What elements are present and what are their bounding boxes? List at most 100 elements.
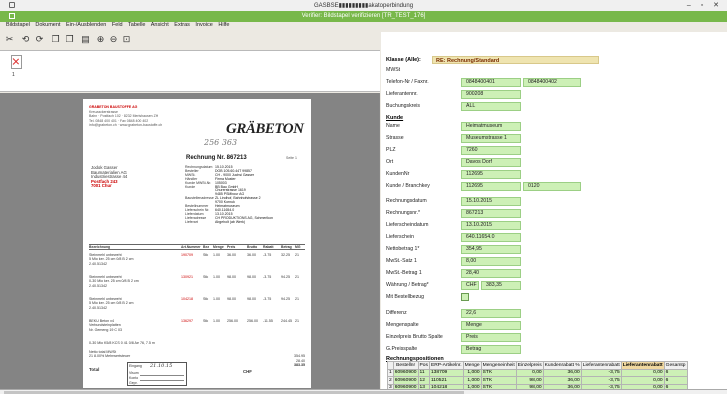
table-cell[interactable]: 60960900: [392, 376, 419, 385]
doc-position: Steinmehl unbeweht 130921 Stk 1.00 98.00 98.0…: [89, 275, 305, 288]
menu-invoice[interactable]: Invoice: [195, 22, 212, 28]
zoom-out-icon[interactable]: ⊖: [108, 34, 119, 45]
invoice-meta: Rechnungsdatum 15.10.2015 Besteller DOB 105…: [185, 165, 275, 225]
column-header[interactable]: Kundenrabatt %: [542, 361, 582, 370]
table-cell[interactable]: 1,000: [462, 376, 482, 385]
table-cell[interactable]: STK: [480, 376, 517, 385]
menu-ansicht[interactable]: Ansicht: [151, 22, 169, 28]
delivery-note-field[interactable]: 640.11654.0: [461, 233, 521, 242]
supplier-number-field[interactable]: 900208: [461, 90, 521, 99]
table-cell[interactable]: 110521: [428, 376, 464, 385]
quantity-column-field[interactable]: Menge: [461, 321, 521, 330]
zip-field[interactable]: 7260: [461, 146, 521, 155]
booking-circle-field[interactable]: ALL: [461, 102, 521, 111]
table-row[interactable]: 1 60960900 11 138709 1,000 STK 0,00 36,00 -3,75 0…: [387, 368, 688, 377]
menu-extras[interactable]: Extras: [174, 22, 190, 28]
divider: [89, 249, 305, 250]
unit-price-column-field[interactable]: Preis: [461, 333, 521, 342]
menu-feld[interactable]: Feld: [112, 22, 123, 28]
table-cell[interactable]: 98,00: [515, 376, 544, 385]
split-pages-icon[interactable]: ✂: [4, 34, 15, 45]
branch-key-field-2[interactable]: 0120: [523, 182, 581, 191]
class-label: Klasse (Alle):: [386, 57, 421, 63]
table-cell[interactable]: 60960900: [392, 368, 419, 377]
column-header[interactable]: Gesamtp: [663, 361, 688, 370]
rotate-right-icon[interactable]: ⟳: [34, 34, 45, 45]
class-value[interactable]: RE: Rechnung/Standard: [432, 56, 599, 64]
table-cell[interactable]: 6: [663, 368, 688, 377]
order-reference-label: Mit Bestellbezug: [386, 294, 425, 300]
invoice-date-field[interactable]: 15.10.2015: [461, 197, 521, 206]
document-viewer[interactable]: GRABETON BAUSTOFFE AG Kreuzackerstrasse …: [0, 93, 380, 389]
delivery-date-label: Lieferscheindatum: [386, 222, 429, 228]
menu-bildstapel[interactable]: Bildstapel: [6, 22, 30, 28]
invoice-number-label: Rechnungsnr.*: [386, 210, 421, 216]
vat-amount-field[interactable]: 28,40: [461, 269, 521, 278]
street-field[interactable]: Museumstrasse 1: [461, 134, 521, 143]
table-row[interactable]: 2 60960900 12 110521 1,000 STK 98,00 36,00 -3,75…: [387, 376, 688, 385]
column-header[interactable]: Lieferantenrabatt: [580, 361, 622, 370]
table-cell[interactable]: -3,75: [580, 376, 622, 385]
branch-key-label: Kunde / Branchkey: [386, 183, 430, 189]
table-cell[interactable]: 36,00: [542, 368, 582, 377]
order-reference-checkbox[interactable]: [461, 293, 469, 301]
table-cell[interactable]: -3,75: [580, 368, 622, 377]
fit-page-icon[interactable]: ⊡: [121, 34, 132, 45]
horizontal-scrollbar[interactable]: [0, 389, 727, 394]
window-title: GASBSE▮▮▮▮▮▮▮▮▮akatoperbindung: [313, 3, 414, 9]
recipient-line: 7001 Chur: [91, 183, 112, 189]
menu-hilfe[interactable]: Hilfe: [218, 22, 229, 28]
table-cell[interactable]: 6: [663, 376, 688, 385]
name-field[interactable]: Heimatmuseum: [461, 122, 521, 131]
recipient-address: Jodok Gasser Baumaterialien AG Industrie…: [91, 165, 127, 189]
table-cell[interactable]: 11: [417, 368, 430, 377]
handwritten-note: 256 363: [204, 138, 238, 147]
customer-number-label: KundenNr: [386, 171, 410, 177]
invoice-number-field[interactable]: 867213: [461, 209, 521, 218]
table-cell[interactable]: STK: [480, 368, 517, 377]
column-header[interactable]: Menge: [462, 361, 482, 370]
delivery-date-field[interactable]: 13.10.2015: [461, 221, 521, 230]
page-next-icon[interactable]: ❐: [64, 34, 75, 45]
column-header[interactable]: Bestellnr: [392, 361, 419, 370]
doc-position-betrag: 94.25: [281, 297, 290, 301]
vat-rate-field[interactable]: 8,00: [461, 257, 521, 266]
customer-number-field[interactable]: 112695: [461, 170, 521, 179]
menu-dokument[interactable]: Dokument: [35, 22, 60, 28]
page-icon[interactable]: ▤: [80, 34, 91, 45]
net-amount-field[interactable]: 354,95: [461, 245, 521, 254]
doc-position-rabatt: -11.55: [263, 319, 273, 323]
difference-field[interactable]: 22,6: [461, 309, 521, 318]
delivery-note-label: Lieferschein: [386, 234, 414, 240]
menu-tabelle[interactable]: Tabelle: [128, 22, 145, 28]
city-field[interactable]: Davos Dorf: [461, 158, 521, 167]
total-price-column-field[interactable]: Betrag: [461, 345, 521, 354]
doc-position-price: 98.00: [227, 275, 236, 279]
table-cell[interactable]: 12: [417, 376, 430, 385]
tel-field[interactable]: 0848400401: [461, 78, 521, 87]
currency-field[interactable]: CHF: [461, 281, 479, 290]
fax-field[interactable]: 0848400402: [523, 78, 581, 87]
table-cell[interactable]: 0,00: [515, 368, 544, 377]
page-thumbnail[interactable]: [11, 55, 22, 69]
window-controls[interactable]: – ▫ ✕: [687, 1, 723, 9]
total-price-column-label: G.Preisspalte: [386, 346, 418, 352]
zoom-in-icon[interactable]: ⊕: [95, 34, 106, 45]
table-cell[interactable]: 0,00: [620, 368, 665, 377]
doc-position-qty: 1.00: [213, 297, 220, 301]
column-header[interactable]: Pos: [417, 361, 430, 370]
column-header[interactable]: Mengeneinheit: [480, 361, 517, 370]
table-cell[interactable]: 0,00: [620, 376, 665, 385]
branch-key-field[interactable]: 112695: [461, 182, 521, 191]
table-cell[interactable]: 36,00: [542, 376, 582, 385]
column-header[interactable]: Lieferantenrabatt: [620, 361, 665, 370]
sum-labels: Netto total MWSt 21 8.00% Mehrwertsteuer: [89, 350, 130, 359]
column-header[interactable]: ERP-Artikelnr.: [428, 361, 464, 370]
table-cell[interactable]: 1,000: [462, 368, 482, 377]
menu-ein-ausblenden[interactable]: Ein-/Ausblenden: [66, 22, 106, 28]
page-prev-icon[interactable]: ❐: [50, 34, 61, 45]
rotate-left-icon[interactable]: ⟲: [20, 34, 31, 45]
column-header[interactable]: Einzelpreis: [515, 361, 544, 370]
total-amount-field[interactable]: 383,35: [481, 281, 521, 290]
table-cell[interactable]: 138709: [428, 368, 464, 377]
